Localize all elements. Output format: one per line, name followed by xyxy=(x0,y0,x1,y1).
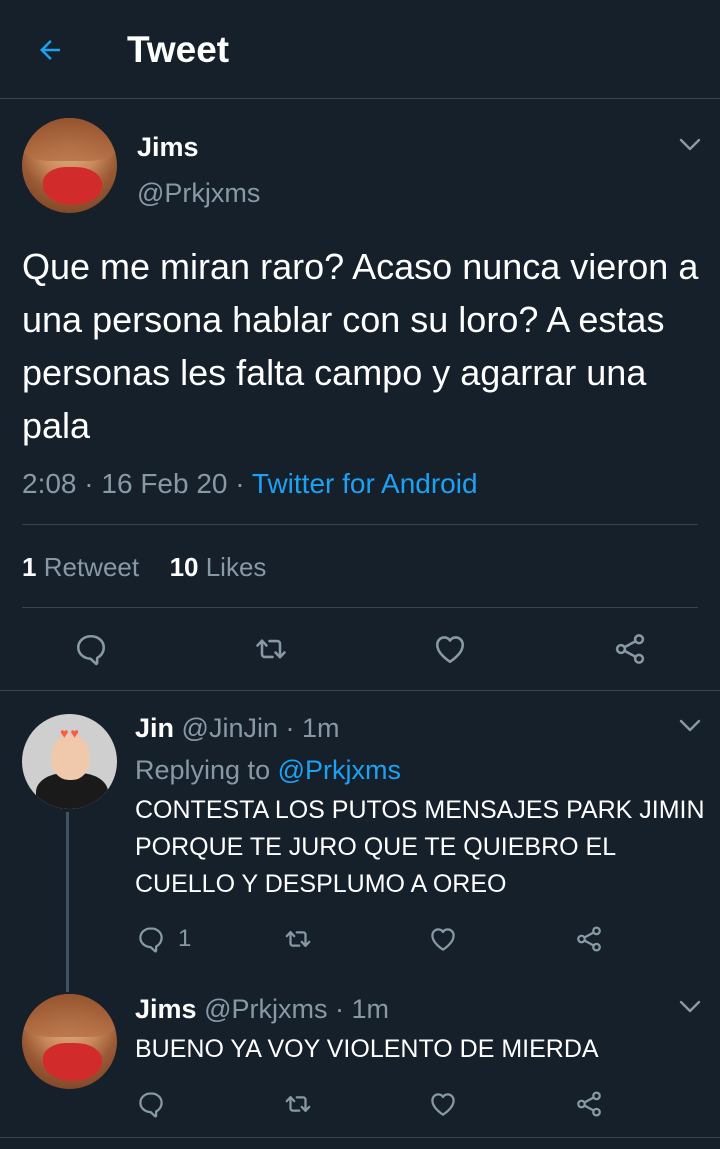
reply-avatar[interactable] xyxy=(22,994,117,1089)
reply-text: CONTESTA LOS PUTOS MENSAJES PARK JIMIN P… xyxy=(135,796,705,898)
reply-header: Jin @JinJin · 1m xyxy=(135,710,340,746)
back-arrow-icon[interactable] xyxy=(30,30,70,70)
reply-icon[interactable] xyxy=(136,1089,166,1119)
reply-avatar[interactable]: ♥♥ xyxy=(22,714,117,809)
chevron-down-icon[interactable] xyxy=(676,712,704,740)
reply-author-name[interactable]: Jims xyxy=(135,994,197,1024)
heart-icon[interactable] xyxy=(428,924,458,954)
heart-icon[interactable] xyxy=(432,631,468,667)
chevron-down-icon[interactable] xyxy=(676,993,704,1021)
replying-to-prefix: Replying to xyxy=(135,755,271,785)
retweet-stat[interactable]: 1 Retweet xyxy=(22,552,139,582)
stats-divider-bottom xyxy=(22,607,698,608)
tweet-divider xyxy=(0,690,720,691)
meta-separator: · xyxy=(334,994,344,1024)
reply-time: 1m xyxy=(302,713,340,743)
avatar-scarf xyxy=(42,167,102,206)
replying-to-handle[interactable]: @Prkjxms xyxy=(278,755,401,785)
likes-stat[interactable]: 10 Likes xyxy=(170,552,267,582)
page-title: Tweet xyxy=(127,29,230,70)
reply-author-handle[interactable]: @Prkjxms xyxy=(204,994,327,1024)
tweet-meta: 2:08 · 16 Feb 20 · Twitter for Android xyxy=(22,466,478,502)
tweet-date: 16 Feb 20 xyxy=(101,468,228,499)
reply-text: BUENO YA VOY VIOLENTO DE MIERDA xyxy=(135,1035,599,1063)
share-icon[interactable] xyxy=(574,924,604,954)
reply-icon[interactable] xyxy=(73,631,109,667)
reply-icon xyxy=(139,927,163,953)
reply-divider xyxy=(0,1137,720,1138)
stats-divider-top xyxy=(22,524,698,525)
tweet-text: Que me miran raro? Acaso nunca vieron a … xyxy=(22,246,699,446)
reply-author-name[interactable]: Jin xyxy=(135,713,174,743)
retweet-label: Retweet xyxy=(43,552,140,582)
replying-to: Replying to @Prkjxms xyxy=(135,752,401,788)
heart-icon[interactable] xyxy=(428,1089,458,1119)
retweet-icon[interactable] xyxy=(252,631,290,667)
reply-time: 1m xyxy=(351,994,390,1024)
share-icon[interactable] xyxy=(574,1089,604,1119)
tweet-source-link[interactable]: Twitter for Android xyxy=(252,468,478,499)
reply-header: Jims @Prkjxms · 1m xyxy=(135,991,389,1027)
avatar-scarf xyxy=(42,1043,102,1082)
retweet-count: 1 xyxy=(22,552,37,582)
likes-label: Likes xyxy=(205,552,267,582)
like-count: 10 xyxy=(169,552,199,582)
reply-author-handle[interactable]: @JinJin xyxy=(182,713,278,743)
meta-separator: · xyxy=(285,713,295,743)
avatar-hair xyxy=(22,118,117,161)
avatar-hair xyxy=(22,994,117,1037)
header-divider xyxy=(0,98,720,99)
avatar-hearts: ♥♥ xyxy=(60,725,81,742)
thread-line xyxy=(66,812,69,992)
retweet-icon[interactable] xyxy=(282,1089,314,1119)
author-avatar[interactable] xyxy=(22,118,117,213)
chevron-down-icon[interactable] xyxy=(676,131,704,159)
tweet-time: 2:08 xyxy=(22,468,77,499)
reply-count: 1 xyxy=(178,925,192,952)
tweet-stats: 1 Retweet 10 Likes xyxy=(22,550,266,584)
reply-action[interactable]: 1 xyxy=(136,924,191,954)
meta-separator: · xyxy=(84,468,94,499)
top-bar: Tweet xyxy=(0,0,720,98)
share-icon[interactable] xyxy=(612,631,648,667)
meta-separator: · xyxy=(235,468,245,499)
author-handle[interactable]: @Prkjxms xyxy=(137,176,260,210)
author-name[interactable]: Jims xyxy=(137,130,199,164)
retweet-icon[interactable] xyxy=(282,924,314,954)
